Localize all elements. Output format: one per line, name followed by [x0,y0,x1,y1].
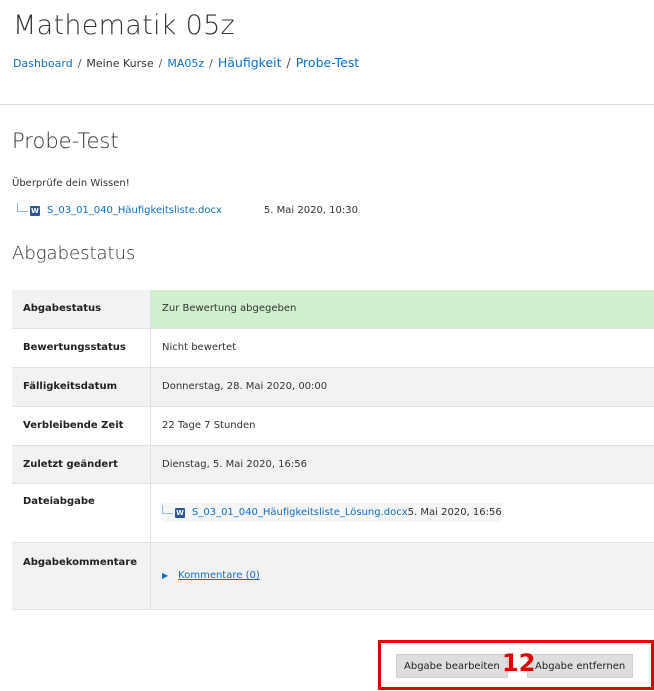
time-remaining-value: 22 Tage 7 Stunden [162,420,256,431]
submitted-file: W S_03_01_040_Häufigkeitsliste_Lösung.do… [162,503,654,522]
table-row: Verbleibende Zeit 22 Tage 7 Stunden [12,406,654,445]
submission-status-table: Abgabestatus Zur Bewertung abgegeben Bew… [12,290,654,610]
word-doc-icon: W [175,507,185,518]
breadcrumb-dashboard[interactable]: Dashboard [13,57,73,70]
breadcrumb-assignment[interactable]: Probe-Test [296,55,359,70]
comments-cell: ▶ Kommentare (0) [151,542,654,609]
assignment-file-link[interactable]: S_03_01_040_Häufigkeitsliste.docx [47,205,222,216]
table-row: Dateiabgabe W S_03_01_040_Häufigkeitslis… [12,483,654,542]
tree-branch-icon [17,203,28,212]
breadcrumb-separator: / [286,55,291,70]
submitted-file-link[interactable]: S_03_01_040_Häufigkeitsliste_Lösung.docx [192,507,408,518]
edit-submission-button[interactable]: Abgabe bearbeiten [396,654,508,678]
breadcrumb-separator: / [158,57,163,70]
breadcrumb-separator: / [77,57,82,70]
row-label: Abgabekommentare [12,542,151,609]
status-heading: Abgabestatus [12,243,136,264]
submitted-file-date: 5. Mai 2020, 16:56 [407,507,502,518]
expand-triangle-icon[interactable]: ▶ [162,571,168,580]
word-doc-icon: W [30,205,40,216]
assignment-title: Probe-Test [12,129,119,153]
comments-link[interactable]: Kommentare (0) [178,570,260,581]
assignment-file-date: 5. Mai 2020, 10:30 [263,205,358,216]
course-title: Mathematik 05z [13,10,236,41]
table-row: Bewertungsstatus Nicht bewertet [12,328,654,367]
annotation-number: 12 [502,649,536,677]
breadcrumb-my-courses: Meine Kurse [86,57,154,70]
due-date-value: Donnerstag, 28. Mai 2020, 00:00 [162,381,328,392]
row-label: Fälligkeitsdatum [12,367,151,406]
grading-status-value: Nicht bewertet [162,342,237,353]
table-row: Abgabekommentare ▶ Kommentare (0) [12,542,654,609]
row-label: Bewertungsstatus [12,328,151,367]
submission-status-value: Zur Bewertung abgegeben [150,290,654,328]
row-label: Dateiabgabe [12,483,151,542]
divider [0,104,654,105]
table-row: Abgabestatus Zur Bewertung abgegeben [12,290,654,328]
table-row: Fälligkeitsdatum Donnerstag, 28. Mai 202… [12,367,654,406]
breadcrumb-separator: / [209,57,213,70]
row-label: Verbleibende Zeit [12,406,151,445]
row-label: Zuletzt geändert [12,445,151,483]
assignment-intro: Überprüfe dein Wissen! [12,178,130,189]
file-submission-cell: W S_03_01_040_Häufigkeitsliste_Lösung.do… [151,483,654,542]
tree-branch-icon [162,505,173,514]
row-label: Abgabestatus [12,290,151,328]
last-modified-value: Dienstag, 5. Mai 2020, 16:56 [162,458,307,470]
assignment-file: W S_03_01_040_Häufigkeitsliste.docx 5. M… [17,203,358,216]
breadcrumb: Dashboard / Meine Kurse / MA05z / Häufigkeit / P… [13,55,359,70]
table-row: Zuletzt geändert Dienstag, 5. Mai 2020, … [12,445,654,483]
breadcrumb-section[interactable]: Häufigkeit [218,55,282,70]
breadcrumb-course[interactable]: MA05z [167,57,204,70]
remove-submission-button[interactable]: Abgabe entfernen [527,654,634,678]
